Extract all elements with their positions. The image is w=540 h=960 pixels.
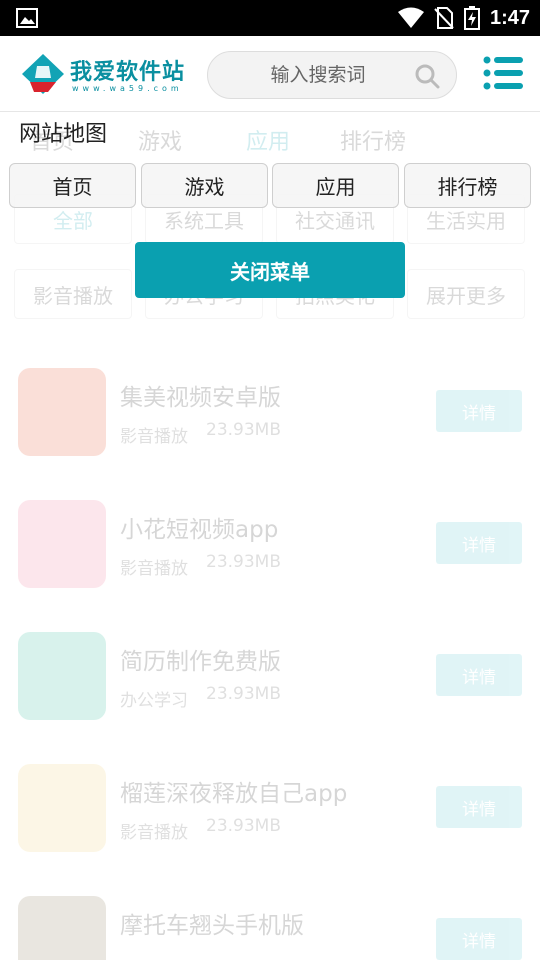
app-name: 集美视频安卓版 (120, 385, 281, 411)
list-item: 集美视频安卓版 影音播放 23.93MB 详情 (18, 368, 522, 456)
brand-name: 我爱软件站 (70, 59, 186, 85)
app-category: 影音播放 (120, 427, 188, 447)
gallery-icon (16, 8, 38, 28)
list-item: 榴莲深夜释放自己app 影音播放 23.93MB 详情 (18, 764, 522, 852)
app-name: 榴莲深夜释放自己app (120, 781, 348, 807)
app-size: 23.93MB (206, 420, 281, 440)
list-item: 摩托车翘头手机版 详情 (18, 896, 522, 960)
details-button: 详情 (436, 918, 522, 960)
bg-tab-games: 游戏 (138, 130, 183, 155)
menu-icon[interactable] (483, 55, 523, 91)
app-category: 办公学习 (120, 691, 188, 711)
list-item: 小花短视频app 影音播放 23.93MB 详情 (18, 500, 522, 588)
app-icon (18, 896, 106, 960)
bg-category: 展开更多 (407, 269, 525, 319)
details-button: 详情 (436, 786, 522, 828)
logo-mark-icon (22, 54, 64, 94)
battery-charging-icon (463, 6, 480, 30)
app-category: 影音播放 (120, 823, 188, 843)
app-size: 23.93MB (206, 552, 281, 572)
header: 我爱软件站 www.wa59.com (0, 36, 540, 112)
search-input[interactable] (228, 60, 408, 90)
background-content: 首页 游戏 应用 排行榜 全部 系统工具 社交通讯 生活实用 影音播放 办公学习… (0, 112, 540, 960)
sitemap-title: 网站地图 (19, 122, 108, 147)
no-sim-icon (434, 7, 454, 29)
app-name: 小花短视频app (120, 517, 279, 543)
wifi-icon (397, 7, 424, 28)
details-button: 详情 (436, 654, 522, 696)
search-box[interactable] (207, 51, 457, 99)
bg-tab-ranking: 排行榜 (340, 130, 407, 155)
app-icon (18, 368, 106, 456)
details-button: 详情 (436, 522, 522, 564)
app-size: 23.93MB (206, 684, 281, 704)
app-icon (18, 632, 106, 720)
app-category: 影音播放 (120, 559, 188, 579)
bg-category: 影音播放 (14, 269, 132, 319)
app-icon (18, 500, 106, 588)
status-bar: 1:47 (0, 0, 540, 36)
bg-tab-apps: 应用 (246, 130, 291, 155)
brand-url: www.wa59.com (72, 84, 183, 93)
app-size: 23.93MB (206, 816, 281, 836)
list-item: 简历制作免费版 办公学习 23.93MB 详情 (18, 632, 522, 720)
app-name: 摩托车翘头手机版 (120, 913, 304, 939)
nav-apps-button[interactable]: 应用 (272, 163, 399, 208)
sitemap-nav: 首页 游戏 应用 排行榜 (9, 163, 531, 209)
nav-ranking-button[interactable]: 排行榜 (404, 163, 531, 208)
app-icon (18, 764, 106, 852)
search-icon[interactable] (414, 63, 440, 89)
site-logo[interactable]: 我爱软件站 www.wa59.com (20, 50, 195, 98)
nav-games-button[interactable]: 游戏 (141, 163, 268, 208)
app-name: 简历制作免费版 (120, 649, 281, 675)
clock: 1:47 (489, 6, 530, 29)
close-menu-button[interactable]: 关闭菜单 (135, 242, 405, 298)
details-button: 详情 (436, 390, 522, 432)
nav-home-button[interactable]: 首页 (9, 163, 136, 208)
